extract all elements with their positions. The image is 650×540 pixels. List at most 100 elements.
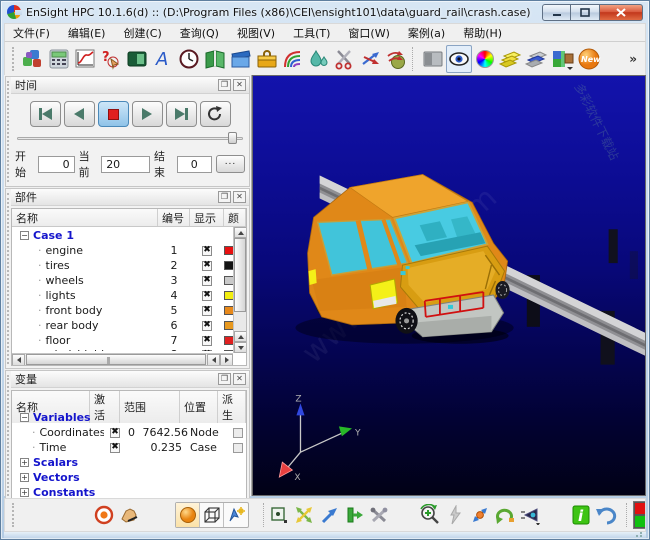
exit-icon[interactable] <box>341 502 366 528</box>
parts-horizontal-scrollbar[interactable] <box>12 353 233 365</box>
resize-grip[interactable] <box>635 532 645 538</box>
color-palette-icon[interactable] <box>472 45 498 73</box>
color-swatch[interactable] <box>224 276 233 285</box>
variables-panel-float-button[interactable]: ❐ <box>218 373 231 385</box>
menu-view[interactable]: 视图(V) <box>237 25 275 41</box>
move-snap-icon[interactable] <box>291 502 316 528</box>
texture-blocks-icon[interactable] <box>550 45 576 73</box>
scroll-left-button[interactable] <box>207 354 220 366</box>
part-row-floor[interactable]: ·floor 7 <box>12 333 233 348</box>
menu-edit[interactable]: 编辑(E) <box>68 25 106 41</box>
help-book-icon[interactable] <box>202 45 228 73</box>
color-swatch[interactable] <box>224 261 233 270</box>
blue-layers-icon[interactable] <box>524 45 550 73</box>
scalars-expander[interactable] <box>20 458 29 467</box>
graphics-viewport[interactable]: www.ddooo.com 多彩软件下载站 <box>252 75 646 496</box>
part-row-tires[interactable]: ·tires 2 <box>12 258 233 273</box>
flipbook-icon[interactable] <box>228 45 254 73</box>
show-checkbox[interactable] <box>202 276 212 286</box>
palette-red[interactable] <box>634 502 646 515</box>
color-swatch[interactable] <box>224 291 233 300</box>
minimize-button[interactable] <box>542 4 571 21</box>
show-checkbox[interactable] <box>202 261 212 271</box>
derived-checkbox[interactable] <box>233 443 243 453</box>
show-checkbox[interactable] <box>202 306 212 316</box>
viewport-layout-icon[interactable] <box>420 45 446 73</box>
show-checkbox[interactable] <box>202 246 212 256</box>
record-icon[interactable] <box>91 502 116 528</box>
parts-panel-close-button[interactable]: ✕ <box>233 191 246 203</box>
parts-col-show[interactable]: 显示 <box>190 209 224 226</box>
time-icon[interactable] <box>176 45 202 73</box>
menu-case[interactable]: 案例(a) <box>408 25 445 41</box>
look-from-icon[interactable] <box>517 502 542 528</box>
toolbox-icon[interactable] <box>254 45 280 73</box>
parts-case-row[interactable]: Case 1 <box>12 227 233 243</box>
var-group-vectors[interactable]: Vectors <box>12 470 246 485</box>
menu-window[interactable]: 窗口(W) <box>348 25 389 41</box>
parts-col-name[interactable]: 名称 <box>12 209 158 226</box>
scroll-up-button[interactable] <box>234 331 247 342</box>
annotate-hand-icon[interactable] <box>116 502 141 528</box>
bottom-toolbar-handle[interactable] <box>12 503 14 527</box>
maximize-button[interactable] <box>571 4 600 21</box>
color-swatch[interactable] <box>224 306 233 315</box>
toolbar-drag-handle[interactable] <box>12 47 17 71</box>
zoom-reset-icon[interactable] <box>417 502 442 528</box>
annotation-icon[interactable]: A <box>150 45 176 73</box>
time-panel-close-button[interactable]: ✕ <box>233 79 246 91</box>
scroll-down-button[interactable] <box>234 342 247 353</box>
var-row-coordinates[interactable]: ·Coordinates 07642.56 Node <box>12 425 246 440</box>
scroll-left-button[interactable] <box>12 354 25 366</box>
calculator-icon[interactable] <box>46 45 72 73</box>
variables-root-row[interactable]: Variables <box>12 409 246 425</box>
parts-col-color[interactable]: 颜 <box>224 209 246 226</box>
active-checkbox[interactable] <box>110 428 120 438</box>
undo-icon[interactable] <box>593 502 618 528</box>
var-row-time[interactable]: ·Time 0.235 Case <box>12 440 246 455</box>
color-swatch[interactable] <box>224 350 233 351</box>
scroll-up-button[interactable] <box>234 227 247 238</box>
step-first-button[interactable] <box>30 101 61 127</box>
isosurface-icon[interactable] <box>306 45 332 73</box>
scale-icon[interactable] <box>467 502 492 528</box>
color-swatch[interactable] <box>224 321 233 330</box>
step-back-button[interactable] <box>64 101 95 127</box>
info-icon[interactable]: i <box>568 502 593 528</box>
part-row-wheels[interactable]: ·wheels 3 <box>12 273 233 288</box>
menu-create[interactable]: 创建(C) <box>123 25 161 41</box>
particle-trace-icon[interactable] <box>384 45 410 73</box>
pick-sparkle-icon[interactable] <box>224 503 248 527</box>
part-row-engine[interactable]: ·engine 1 <box>12 243 233 258</box>
scrollbar-thumb[interactable] <box>26 354 206 365</box>
stop-button[interactable] <box>98 101 129 127</box>
time-browse-button[interactable]: ... <box>216 155 245 173</box>
start-time-field[interactable]: 0 <box>38 156 75 173</box>
play-button[interactable] <box>132 101 163 127</box>
color-swatch[interactable] <box>224 336 233 345</box>
show-checkbox[interactable] <box>202 291 212 301</box>
toolbar-overflow-chevron[interactable]: » <box>629 52 637 66</box>
plot-icon[interactable] <box>72 45 98 73</box>
show-checkbox[interactable] <box>202 321 212 331</box>
visibility-eye-icon[interactable] <box>446 45 472 73</box>
rotate-undo-icon[interactable] <box>492 502 517 528</box>
case-expander[interactable] <box>20 231 29 240</box>
part-row-rear-body[interactable]: ·rear body 6 <box>12 318 233 333</box>
end-time-field[interactable]: 0 <box>177 156 212 173</box>
constants-expander[interactable] <box>20 488 29 497</box>
parts-panel-float-button[interactable]: ❐ <box>218 191 231 203</box>
menu-help[interactable]: 帮助(H) <box>463 25 502 41</box>
part-row-windshield[interactable]: ·windshield 8 <box>12 348 233 351</box>
part-row-front-body[interactable]: ·front body 5 <box>12 303 233 318</box>
menu-tools[interactable]: 工具(T) <box>293 25 330 41</box>
loop-button[interactable] <box>200 101 231 127</box>
variables-panel-close-button[interactable]: ✕ <box>233 373 246 385</box>
translate-arrow-icon[interactable] <box>316 502 341 528</box>
time-slider-handle[interactable] <box>228 132 237 144</box>
vector-arrow-icon[interactable] <box>358 45 384 73</box>
vectors-expander[interactable] <box>20 473 29 482</box>
select-area-icon[interactable] <box>266 502 291 528</box>
gold-layers-icon[interactable] <box>498 45 524 73</box>
part-row-lights[interactable]: ·lights 4 <box>12 288 233 303</box>
